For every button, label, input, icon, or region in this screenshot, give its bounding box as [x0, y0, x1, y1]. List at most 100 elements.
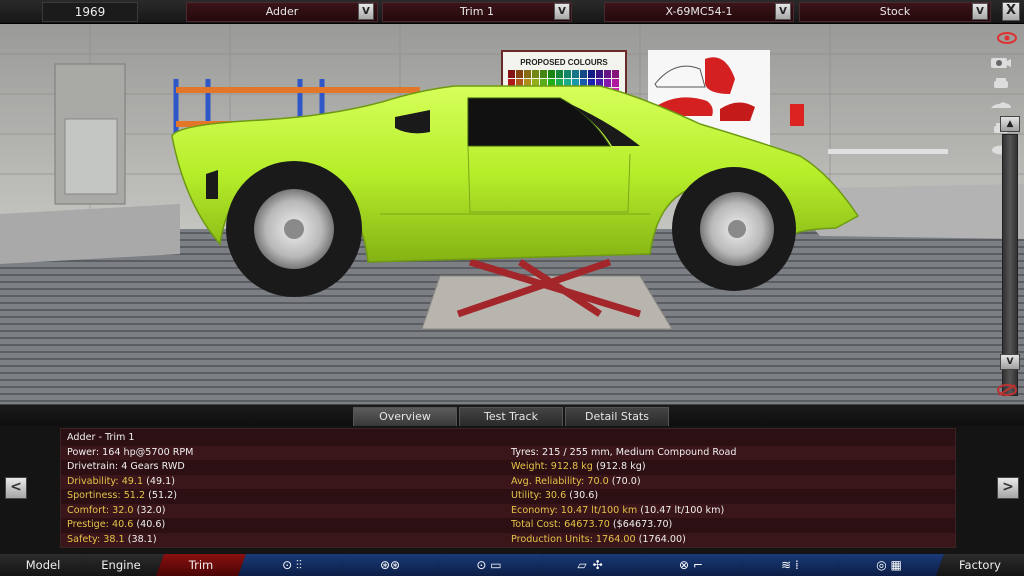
scroll-up-button[interactable]: ▲: [1000, 116, 1020, 132]
stat-value: 10.47 lt/100 km: [560, 504, 638, 516]
stat-label: Drivetrain:: [67, 461, 119, 472]
stat-value: 164 hp@5700 RPM: [102, 446, 194, 458]
stat-value: 215 / 255 mm, Medium Compound Road: [541, 446, 737, 458]
stat-entry: Comfort: 32.0 (32.0): [67, 504, 165, 519]
stat-baseline: (49.1): [146, 475, 175, 487]
chassis-gearbox-icon: ⊙ ⫶⫶: [282, 558, 302, 572]
nav-body[interactable]: ⊙ ▭: [434, 554, 544, 576]
stat-entry: Utility: 30.6 (30.6): [511, 489, 598, 504]
tab-detail-stats[interactable]: Detail Stats: [565, 407, 669, 427]
nav-wheels[interactable]: ⊛⊛: [338, 554, 442, 576]
nav-interior[interactable]: ⊗ ⌐: [636, 554, 746, 576]
stat-entry: Avg. Reliability: 70.0 (70.0): [511, 475, 641, 490]
stat-label: Utility:: [511, 490, 542, 501]
stat-baseline: ($64673.70): [612, 519, 673, 530]
stat-label: Safety:: [67, 533, 101, 545]
engine-select[interactable]: X-69MC54-1: [604, 2, 794, 22]
stat-baseline: (40.6): [136, 519, 166, 530]
bottom-nav: Model Engine Trim ⊙ ⫶⫶ ⊛⊛ ⊙ ▭ ▱ ✣ ⊗ ⌐ ≋ …: [0, 554, 1024, 576]
engine-dropdown-button[interactable]: V: [775, 3, 791, 20]
stats-row: Drivability: 49.1 (49.1) Avg. Reliability…: [61, 474, 955, 490]
trim-select[interactable]: Trim 1: [382, 2, 572, 22]
stat-label: Prestige:: [67, 519, 109, 530]
stat-label: Avg. Reliability:: [511, 475, 585, 487]
stat-entry: Power: 164 hp@5700 RPM: [67, 446, 193, 461]
year-field[interactable]: 1969: [42, 2, 138, 22]
car-viewport[interactable]: PROPOSED COLOURS ▲ V: [0, 24, 1024, 404]
stat-baseline: (38.1): [127, 533, 157, 545]
fan-icon: ✣: [592, 558, 603, 572]
nav-chassis[interactable]: ⊙ ⫶⫶: [238, 554, 346, 576]
scroll-down-button[interactable]: V: [1000, 354, 1020, 370]
stat-baseline: (51.2): [148, 490, 177, 501]
car-side-icon[interactable]: [988, 98, 1014, 114]
eye-icon[interactable]: [994, 30, 1020, 46]
nav-suspension[interactable]: ≋ ⁞: [738, 554, 842, 576]
prev-button[interactable]: <: [5, 477, 27, 499]
stat-label: Tyres:: [511, 446, 539, 458]
stat-value: 51.2: [123, 490, 146, 501]
nav-testing[interactable]: ◎ ▦: [834, 554, 944, 576]
close-button[interactable]: X: [1002, 2, 1020, 21]
steering-seat-icon: ⊗ ⌐: [679, 558, 703, 572]
stat-baseline: (32.0): [136, 504, 166, 516]
stat-baseline: (1764.00): [638, 533, 686, 545]
stat-entry: Sportiness: 51.2 (51.2): [67, 489, 177, 504]
stat-baseline: (912.8 kg): [595, 461, 646, 472]
stat-label: Weight:: [511, 461, 548, 472]
camera-icon[interactable]: [988, 54, 1014, 70]
stat-entry: Total Cost: 64673.70 ($64673.70): [511, 518, 672, 533]
stats-row: Power: 164 hp@5700 RPM Tyres: 215 / 255 …: [61, 445, 955, 461]
stats-row: Comfort: 32.0 (32.0) Economy: 10.47 lt/10…: [61, 503, 955, 519]
body-icon: ⊙ ▭: [476, 558, 502, 572]
wheels-icon: ⊛⊛: [379, 558, 401, 572]
stat-baseline: (30.6): [569, 490, 599, 501]
stats-panel: Adder - Trim 1 Power: 164 hp@5700 RPM Tyr…: [60, 428, 956, 548]
variant-dropdown-button[interactable]: V: [972, 3, 988, 20]
stat-label: Economy:: [511, 504, 558, 516]
eye-hide-icon[interactable]: [994, 382, 1020, 398]
stat-entry: Economy: 10.47 lt/100 km (10.47 lt/100 k…: [511, 504, 724, 519]
stat-entry: Drivability: 49.1 (49.1): [67, 475, 175, 490]
car-body-icon: ▱: [577, 558, 587, 572]
nav-trim[interactable]: Trim: [156, 554, 246, 576]
stat-label: Total Cost:: [511, 519, 562, 530]
stat-entry: Tyres: 215 / 255 mm, Medium Compound Roa…: [511, 446, 736, 461]
top-bar: 1969 Adder V Trim 1 V X-69MC54-1 V Stock…: [0, 0, 1024, 24]
car-front-icon[interactable]: [988, 76, 1014, 92]
stat-value: 4 Gears RWD: [121, 461, 185, 472]
stat-value: 64673.70: [564, 519, 610, 530]
stat-baseline: (10.47 lt/100 km): [640, 504, 725, 516]
nav-engine[interactable]: Engine: [78, 554, 164, 576]
nav-model[interactable]: Model: [0, 554, 86, 576]
stats-title: Adder - Trim 1: [67, 432, 135, 443]
stat-entry: Prestige: 40.6 (40.6): [67, 518, 165, 533]
model-dropdown-button[interactable]: V: [358, 3, 374, 20]
stats-row: Adder - Trim 1: [61, 431, 955, 446]
stat-value: 32.0: [112, 504, 134, 516]
nav-aero[interactable]: ▱ ✣: [536, 554, 644, 576]
stat-entry: Safety: 38.1 (38.1): [67, 533, 157, 548]
stat-value: 38.1: [103, 533, 125, 545]
info-tabs: Overview Test Track Detail Stats: [0, 404, 1024, 427]
stats-row: Safety: 38.1 (38.1) Production Units: 176…: [61, 532, 955, 548]
stat-label: Comfort:: [67, 504, 110, 516]
testing-icon: ◎ ▦: [876, 558, 902, 572]
garage-scene: PROPOSED COLOURS: [0, 24, 1024, 404]
stat-baseline: (70.0): [611, 475, 641, 487]
stat-value: 70.0: [587, 475, 609, 487]
stat-value: 30.6: [544, 490, 567, 501]
stat-entry: Weight: 912.8 kg (912.8 kg): [511, 460, 646, 475]
stat-value: 49.1: [121, 475, 144, 487]
model-select[interactable]: Adder: [186, 2, 378, 22]
trim-dropdown-button[interactable]: V: [554, 3, 570, 20]
next-button[interactable]: >: [997, 477, 1019, 499]
nav-factory[interactable]: Factory: [936, 554, 1024, 576]
stats-row: Prestige: 40.6 (40.6) Total Cost: 64673.7…: [61, 518, 955, 533]
tab-test-track[interactable]: Test Track: [459, 407, 563, 427]
variant-select[interactable]: Stock: [799, 2, 991, 22]
tab-overview[interactable]: Overview: [353, 407, 457, 427]
stat-value: 1764.00: [595, 533, 636, 545]
stat-label: Drivability:: [67, 475, 119, 487]
stat-entry: Drivetrain: 4 Gears RWD: [67, 460, 185, 475]
